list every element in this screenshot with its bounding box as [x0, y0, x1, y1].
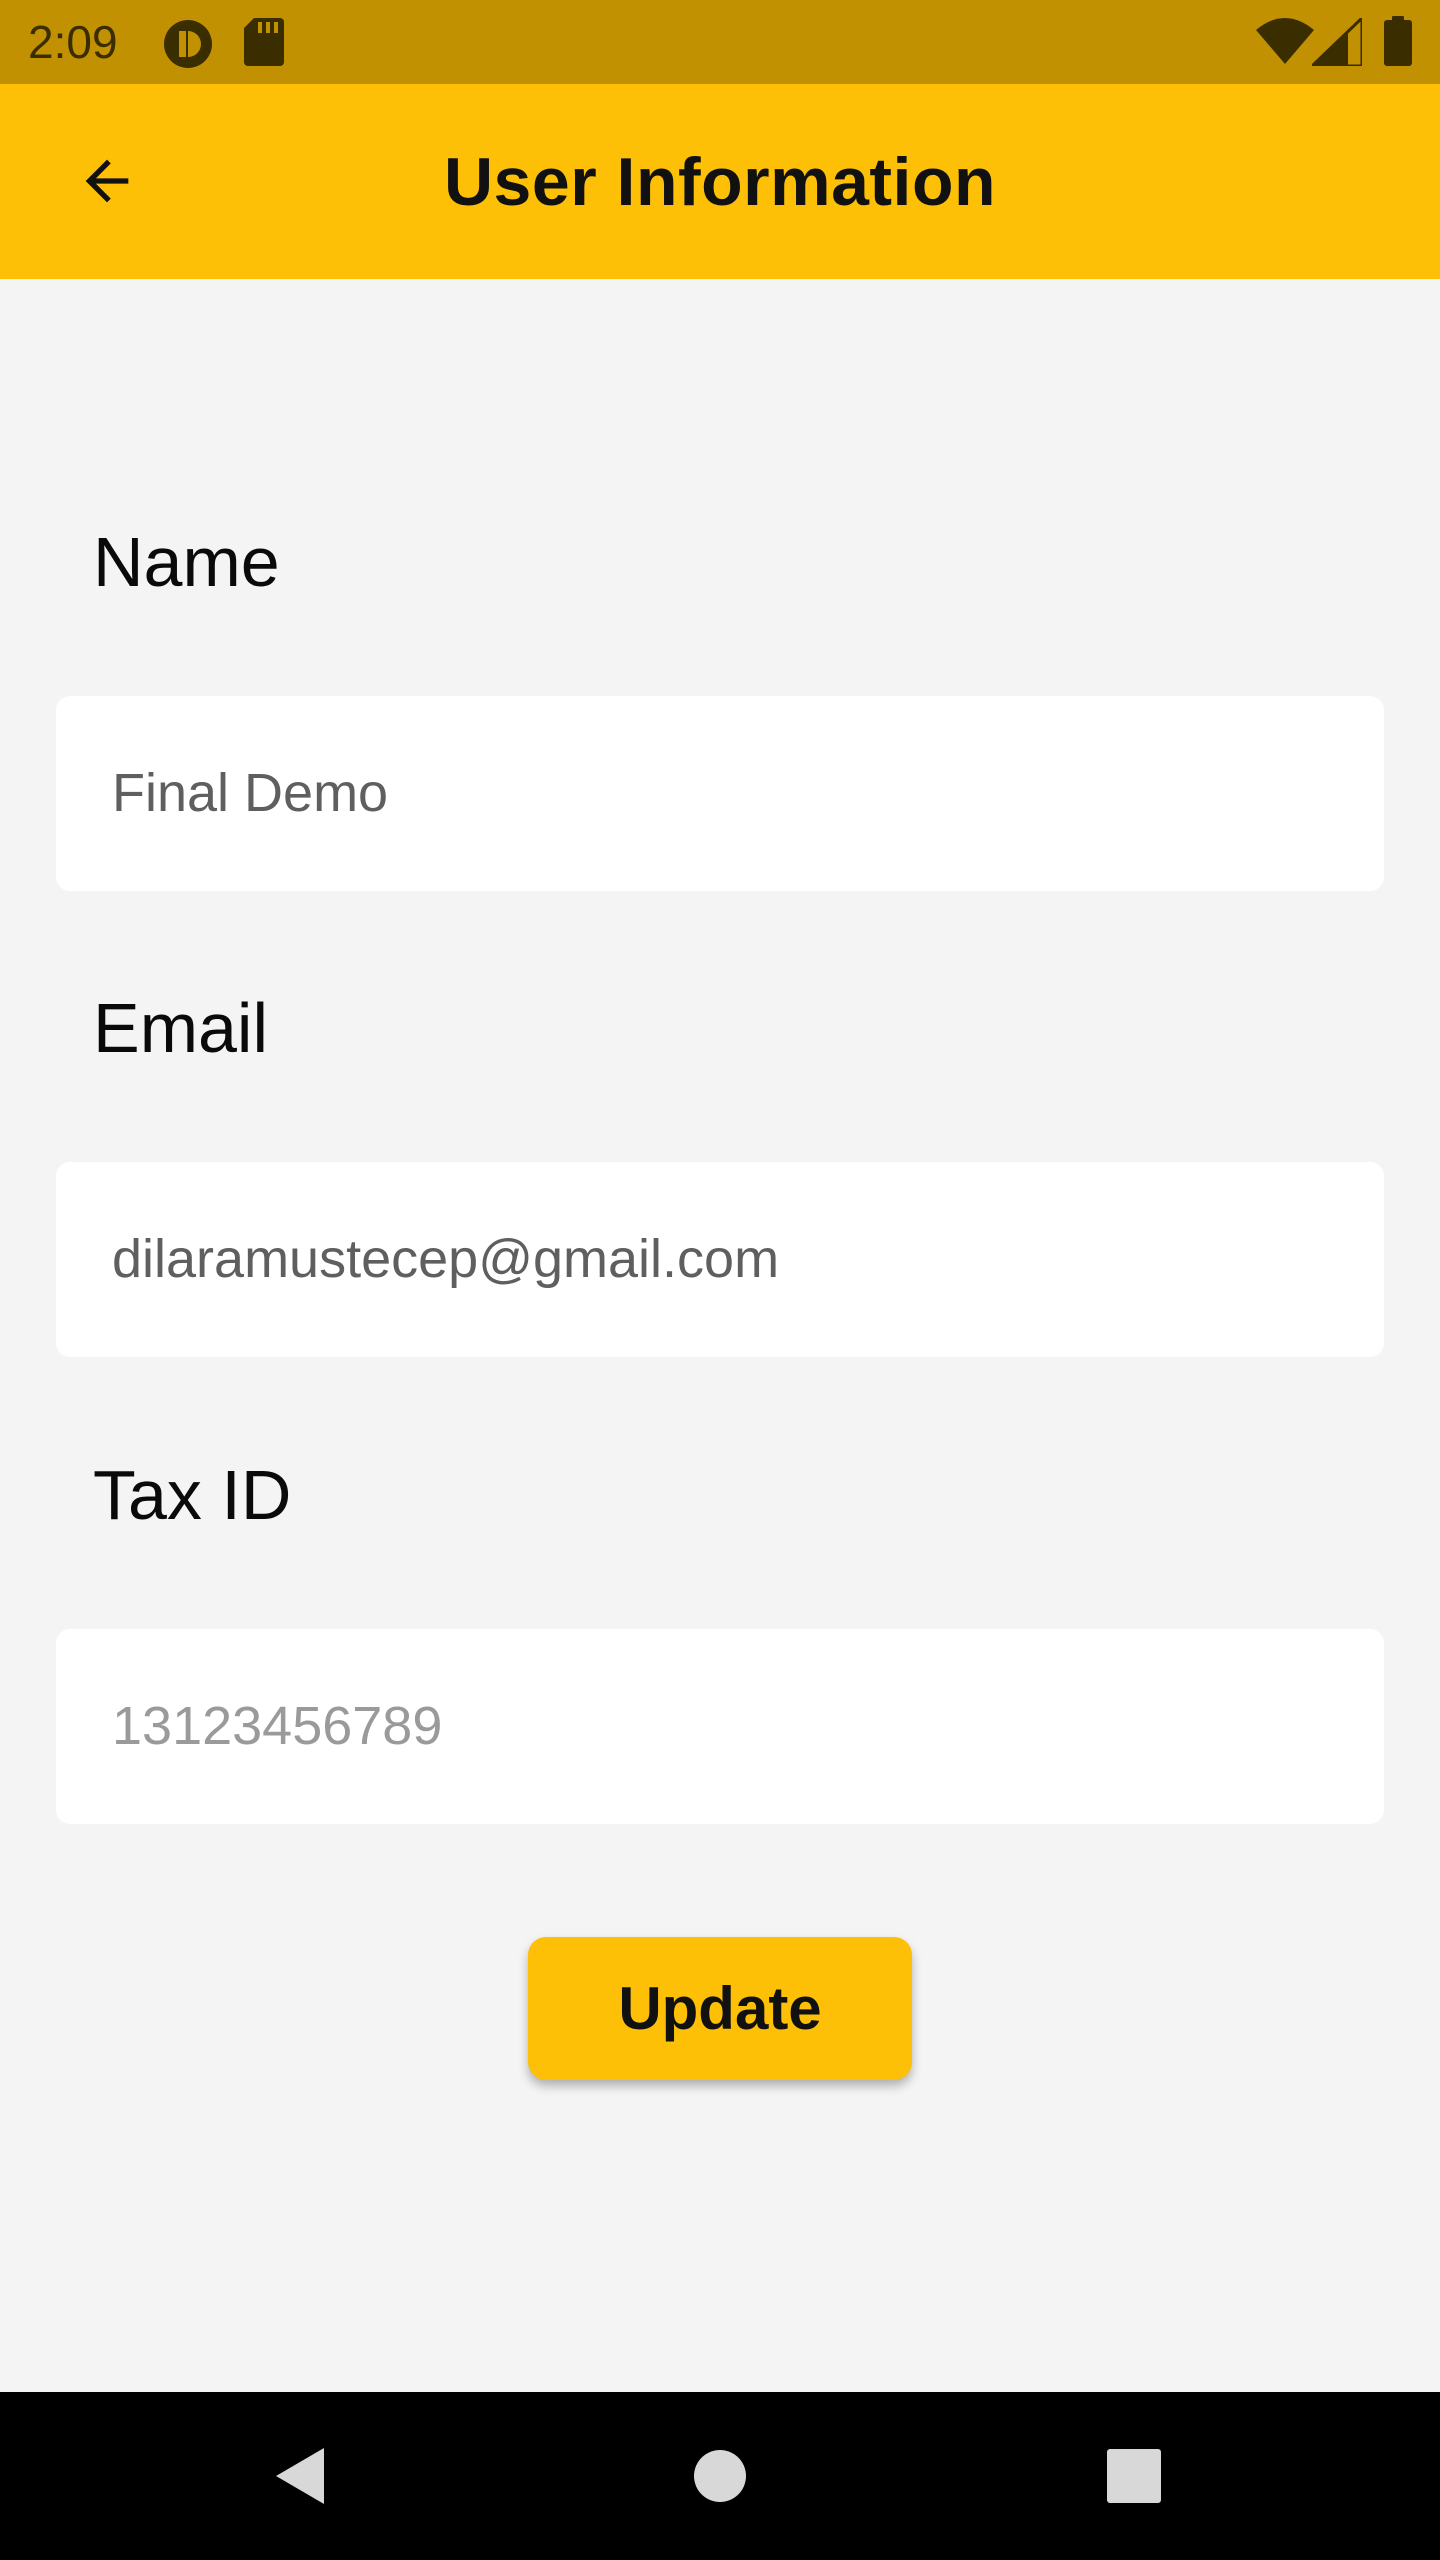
nav-home-button[interactable] — [670, 2426, 770, 2526]
back-triangle-icon — [276, 2448, 324, 2504]
cellular-signal-icon — [1312, 18, 1362, 66]
app-notification-icon — [164, 20, 212, 68]
page-title: User Information — [443, 143, 997, 220]
nav-back-button[interactable] — [250, 2426, 350, 2526]
arrow-back-icon — [85, 159, 129, 203]
nav-recents-button[interactable] — [1084, 2426, 1184, 2526]
name-label: Name — [93, 523, 280, 601]
status-bar: 2:09 — [0, 0, 1440, 84]
sd-card-icon — [244, 18, 284, 66]
tax-id-field[interactable]: 13123456789 — [56, 1629, 1384, 1824]
system-nav-bar — [0, 2392, 1440, 2560]
status-time: 2:09 — [28, 16, 118, 68]
email-label: Email — [93, 989, 269, 1067]
name-field-value: Final Demo — [112, 763, 389, 823]
home-circle-icon — [694, 2450, 746, 2502]
tax-id-field-placeholder: 13123456789 — [112, 1696, 443, 1756]
name-field[interactable]: Final Demo — [56, 696, 1384, 891]
update-button[interactable]: Update — [528, 1937, 912, 2080]
email-field[interactable]: dilaramustecep@gmail.com — [56, 1162, 1384, 1357]
email-field-value: dilaramustecep@gmail.com — [112, 1229, 780, 1289]
tax-id-label: Tax ID — [93, 1456, 292, 1534]
battery-icon — [1384, 16, 1412, 66]
recents-square-icon — [1107, 2449, 1161, 2503]
app-bar: User Information — [0, 84, 1440, 279]
back-button[interactable] — [52, 126, 162, 236]
wifi-icon — [1256, 18, 1314, 64]
